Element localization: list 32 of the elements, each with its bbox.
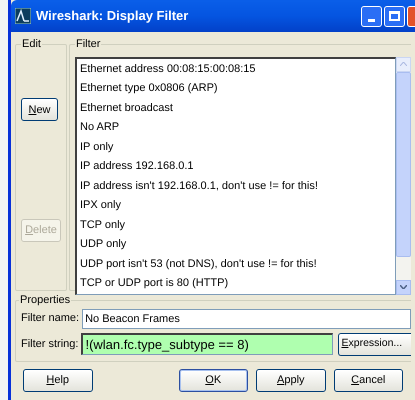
close-button[interactable] [407, 6, 415, 26]
filter-list-item[interactable]: UDP port isn't 53 (not DNS), don't use != for this! [80, 254, 395, 274]
filter-list-item[interactable]: TCP or UDP port is 80 (HTTP) [80, 274, 395, 294]
filter-list-item[interactable]: IP address 192.168.0.1 [80, 157, 395, 176]
filter-list-item[interactable]: IP only [80, 138, 395, 157]
shark-fin-icon [15, 8, 31, 24]
filter-list-item[interactable]: IPX only [80, 196, 395, 216]
new-button[interactable]: New [21, 98, 58, 122]
filter-string-field[interactable]: !(wlan.fc.type_subtype == 8) [81, 333, 334, 355]
ok-button[interactable]: OK [178, 368, 248, 392]
filter-name-field[interactable]: No Beacon Frames [82, 308, 411, 328]
field-label: Filter string: [21, 336, 78, 352]
maximize-button[interactable] [384, 6, 405, 26]
filter-list-item[interactable]: Ethernet address 00:08:15:00:08:15 [80, 60, 395, 79]
apply-button[interactable]: Apply [256, 368, 326, 392]
filter-list-item[interactable]: Ethernet broadcast [80, 98, 395, 118]
group-label: Properties [19, 293, 72, 308]
help-button[interactable]: Help [23, 368, 92, 392]
field-label: Filter name: [21, 311, 80, 326]
scroll-thumb[interactable] [396, 72, 411, 256]
group-label: Edit [21, 37, 42, 52]
expression-button[interactable]: Expression... [338, 332, 411, 356]
filter-list-item[interactable]: TCP only [80, 216, 395, 235]
group-label: Filter [75, 37, 102, 52]
cancel-button[interactable]: Cancel [334, 368, 403, 392]
minimize-button[interactable] [361, 6, 382, 26]
window-title: Wireshark: Display Filter [36, 7, 188, 26]
filter-list-item[interactable]: Ethernet type 0x0806 (ARP) [80, 79, 395, 98]
filter-list-item[interactable]: UDP only [80, 235, 395, 254]
filter-list-item[interactable]: No ARP [80, 118, 395, 138]
scrollbar[interactable] [396, 56, 411, 294]
filter-list-item[interactable]: IP address isn't 192.168.0.1, don't use != for this! [80, 176, 395, 196]
